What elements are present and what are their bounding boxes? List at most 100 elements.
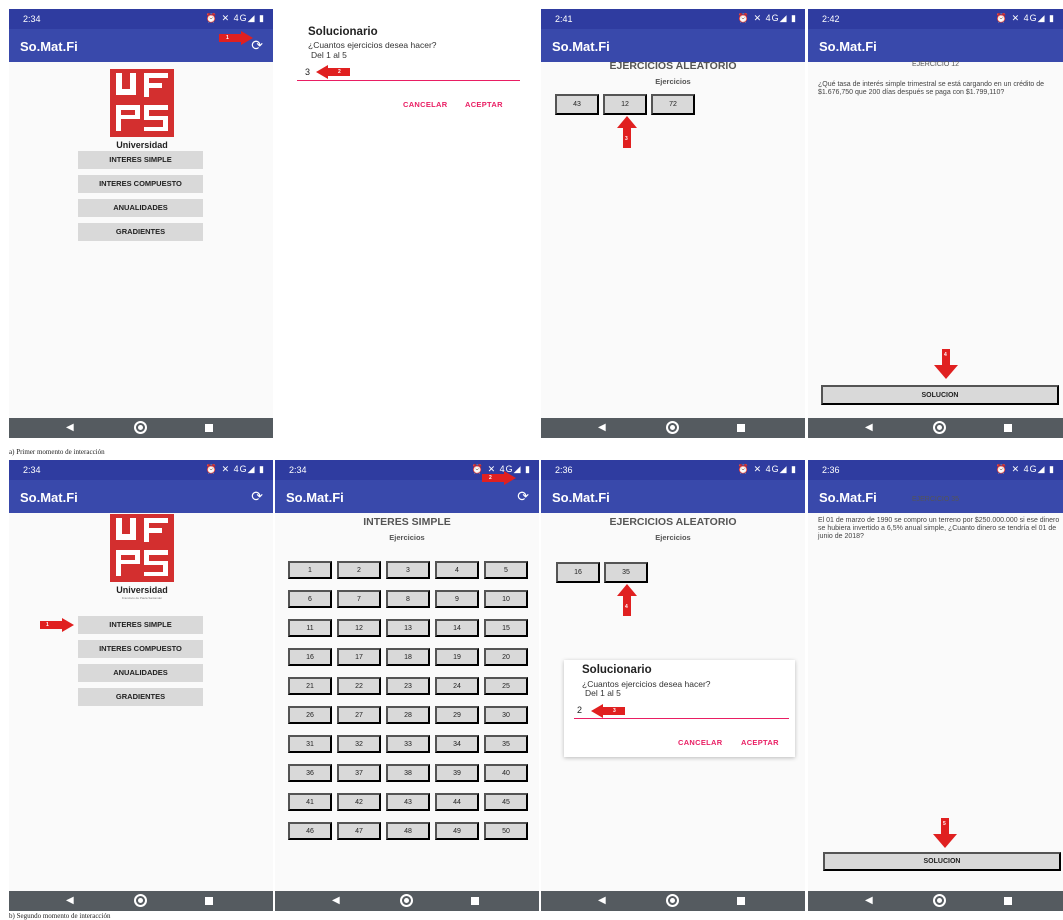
exercise-button[interactable]: 19 — [435, 648, 479, 666]
solution-button[interactable]: SOLUCION — [823, 852, 1061, 871]
exercise-button[interactable]: 38 — [386, 764, 430, 782]
exercise-title: EJERCICIO 12 — [911, 61, 960, 68]
recent-icon[interactable] — [737, 424, 745, 432]
exercise-button[interactable]: 17 — [337, 648, 381, 666]
exercise-button[interactable]: 48 — [386, 822, 430, 840]
arrow-number: 4 — [944, 352, 947, 358]
menu-gradientes-button[interactable]: GRADIENTES — [78, 223, 203, 241]
exercise-button[interactable]: 32 — [337, 735, 381, 753]
exercise-button[interactable]: 39 — [435, 764, 479, 782]
solution-button[interactable]: SOLUCION — [821, 385, 1059, 405]
menu-anualidades-button[interactable]: ANUALIDADES — [78, 199, 203, 217]
back-icon[interactable]: ◀ — [598, 895, 606, 906]
exercise-button[interactable]: 3 — [386, 561, 430, 579]
nav-bar: ◀ — [541, 418, 805, 438]
exercise-button[interactable]: 27 — [337, 706, 381, 724]
exercise-button[interactable]: 50 — [484, 822, 528, 840]
exercise-button[interactable]: 12 — [337, 619, 381, 637]
arrow-number: 3 — [625, 136, 628, 142]
exercise-button[interactable]: 23 — [386, 677, 430, 695]
exercise-button[interactable]: 44 — [435, 793, 479, 811]
back-icon[interactable]: ◀ — [66, 895, 74, 906]
home-icon[interactable] — [134, 421, 147, 434]
home-icon[interactable] — [666, 894, 679, 907]
exercise-button[interactable]: 10 — [484, 590, 528, 608]
exercise-button[interactable]: 29 — [435, 706, 479, 724]
home-icon[interactable] — [933, 421, 946, 434]
exercise-button[interactable]: 9 — [435, 590, 479, 608]
menu-interes-compuesto-button[interactable]: INTERES COMPUESTO — [78, 640, 203, 658]
dialog-range: Del 1 al 5 — [311, 50, 347, 60]
menu-anualidades-button[interactable]: ANUALIDADES — [78, 664, 203, 682]
arrow-icon: 1 — [40, 618, 74, 632]
recent-icon[interactable] — [471, 897, 479, 905]
exercise-button[interactable]: 13 — [386, 619, 430, 637]
exercise-button[interactable]: 46 — [288, 822, 332, 840]
recent-icon[interactable] — [205, 424, 213, 432]
exercise-button[interactable]: 14 — [435, 619, 479, 637]
exercise-button[interactable]: 16 — [288, 648, 332, 666]
exercise-button[interactable]: 45 — [484, 793, 528, 811]
status-bar: 2:42 ⏰ ✕ 4G◢ ▮ — [808, 9, 1063, 29]
exercise-button[interactable]: 35 — [484, 735, 528, 753]
exercise-button[interactable]: 6 — [288, 590, 332, 608]
exercise-button[interactable]: 36 — [288, 764, 332, 782]
refresh-icon[interactable]: ⟳ — [251, 37, 263, 54]
exercise-button[interactable]: 16 — [556, 562, 600, 583]
home-icon[interactable] — [666, 421, 679, 434]
exercise-button[interactable]: 12 — [603, 94, 647, 115]
accept-button[interactable]: ACEPTAR — [465, 100, 503, 109]
exercise-button[interactable]: 37 — [337, 764, 381, 782]
back-icon[interactable]: ◀ — [598, 422, 606, 433]
recent-icon[interactable] — [1004, 424, 1012, 432]
accept-button[interactable]: ACEPTAR — [741, 738, 779, 747]
exercise-button[interactable]: 24 — [435, 677, 479, 695]
exercise-button[interactable]: 41 — [288, 793, 332, 811]
back-icon[interactable]: ◀ — [66, 422, 74, 433]
menu-interes-compuesto-button[interactable]: INTERES COMPUESTO — [78, 175, 203, 193]
exercise-button[interactable]: 72 — [651, 94, 695, 115]
refresh-icon[interactable]: ⟳ — [517, 488, 529, 505]
exercise-button[interactable]: 1 — [288, 561, 332, 579]
exercise-button[interactable]: 7 — [337, 590, 381, 608]
back-icon[interactable]: ◀ — [865, 895, 873, 906]
home-icon[interactable] — [134, 894, 147, 907]
exercise-button[interactable]: 30 — [484, 706, 528, 724]
exercise-button[interactable]: 42 — [337, 793, 381, 811]
exercise-button[interactable]: 22 — [337, 677, 381, 695]
recent-icon[interactable] — [205, 897, 213, 905]
exercise-button[interactable]: 18 — [386, 648, 430, 666]
back-icon[interactable]: ◀ — [865, 422, 873, 433]
exercise-button[interactable]: 43 — [386, 793, 430, 811]
exercise-button[interactable]: 34 — [435, 735, 479, 753]
exercise-button[interactable]: 49 — [435, 822, 479, 840]
exercise-button[interactable]: 2 — [337, 561, 381, 579]
exercise-button[interactable]: 33 — [386, 735, 430, 753]
cancel-button[interactable]: CANCELAR — [403, 100, 447, 109]
home-icon[interactable] — [400, 894, 413, 907]
home-icon[interactable] — [933, 894, 946, 907]
menu-gradientes-button[interactable]: GRADIENTES — [78, 688, 203, 706]
recent-icon[interactable] — [1004, 897, 1012, 905]
exercise-button[interactable]: 5 — [484, 561, 528, 579]
exercise-button[interactable]: 35 — [604, 562, 648, 583]
exercise-button[interactable]: 43 — [555, 94, 599, 115]
exercise-button[interactable]: 28 — [386, 706, 430, 724]
menu-interes-simple-button[interactable]: INTERES SIMPLE — [78, 151, 203, 169]
exercise-button[interactable]: 40 — [484, 764, 528, 782]
back-icon[interactable]: ◀ — [332, 895, 340, 906]
exercise-button[interactable]: 31 — [288, 735, 332, 753]
cancel-button[interactable]: CANCELAR — [678, 738, 722, 747]
exercise-button[interactable]: 8 — [386, 590, 430, 608]
exercise-button[interactable]: 21 — [288, 677, 332, 695]
exercise-button[interactable]: 25 — [484, 677, 528, 695]
refresh-icon[interactable]: ⟳ — [251, 488, 263, 505]
exercise-button[interactable]: 15 — [484, 619, 528, 637]
exercise-button[interactable]: 11 — [288, 619, 332, 637]
exercise-button[interactable]: 26 — [288, 706, 332, 724]
menu-interes-simple-button[interactable]: INTERES SIMPLE — [78, 616, 203, 634]
exercise-button[interactable]: 4 — [435, 561, 479, 579]
exercise-button[interactable]: 47 — [337, 822, 381, 840]
exercise-button[interactable]: 20 — [484, 648, 528, 666]
recent-icon[interactable] — [737, 897, 745, 905]
